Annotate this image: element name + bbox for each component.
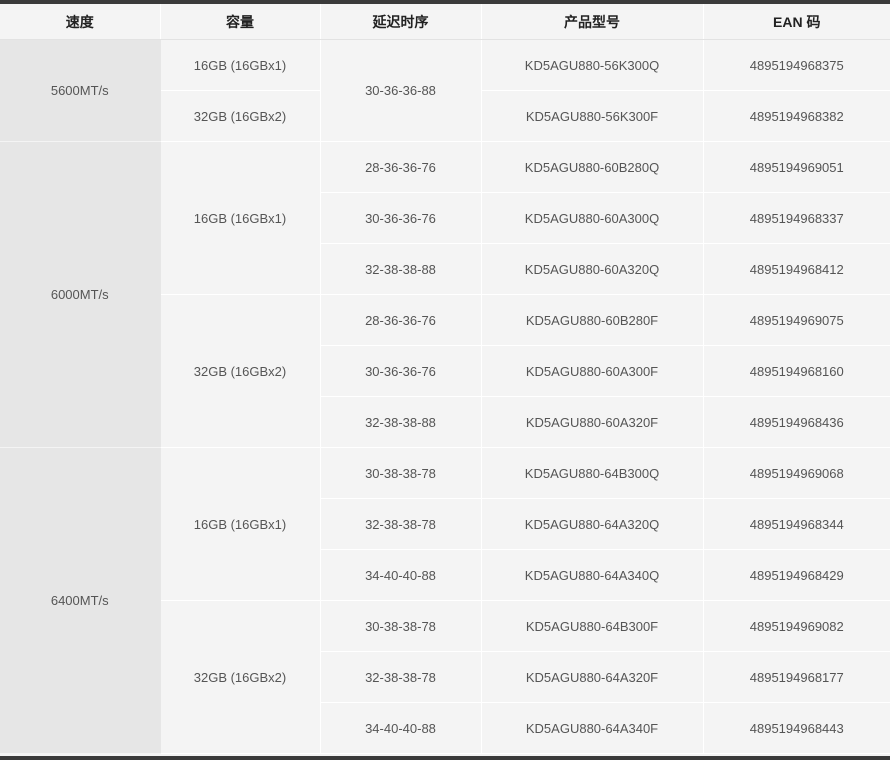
header-capacity: 容量 <box>160 4 321 40</box>
latency-cell: 30-38-38-78 <box>320 447 482 499</box>
ean-cell: 4895194968412 <box>703 243 890 295</box>
capacity-cell: 32GB (16GBx2) <box>160 600 321 754</box>
ean-cell: 4895194968337 <box>703 192 890 244</box>
ean-cell: 4895194969075 <box>703 294 890 346</box>
ean-cell: 4895194968177 <box>703 651 890 703</box>
model-cell: KD5AGU880-64B300Q <box>481 447 704 499</box>
latency-cell: 30-36-36-88 <box>320 39 482 142</box>
header-model: 产品型号 <box>481 4 704 40</box>
model-cell: KD5AGU880-60B280F <box>481 294 704 346</box>
ean-cell: 4895194968436 <box>703 396 890 448</box>
table-row: 6400MT/s 16GB (16GBx1) 30-38-38-78 KD5AG… <box>0 447 890 754</box>
model-cell: KD5AGU880-60A320F <box>481 396 704 448</box>
capacity-cell: 16GB (16GBx1) <box>160 141 321 295</box>
speed-cell: 6000MT/s <box>0 141 161 448</box>
ean-cell: 4895194968160 <box>703 345 890 397</box>
header-ean: EAN 码 <box>703 4 890 40</box>
model-cell: KD5AGU880-56K300F <box>481 90 704 142</box>
model-cell: KD5AGU880-64A320F <box>481 651 704 703</box>
header-speed: 速度 <box>0 4 161 40</box>
model-cell: KD5AGU880-56K300Q <box>481 39 704 91</box>
model-cell: KD5AGU880-64A340F <box>481 702 704 754</box>
latency-cell: 34-40-40-88 <box>320 549 482 601</box>
latency-cell: 30-36-36-76 <box>320 345 482 397</box>
latency-cell: 30-36-36-76 <box>320 192 482 244</box>
model-cell: KD5AGU880-60A300F <box>481 345 704 397</box>
spec-table-panel: 速度 容量 延迟时序 产品型号 EAN 码 5600MT/s 16GB (16G… <box>0 4 890 756</box>
latency-cell: 30-38-38-78 <box>320 600 482 652</box>
ean-cell: 4895194969051 <box>703 141 890 193</box>
model-cell: KD5AGU880-64B300F <box>481 600 704 652</box>
latency-cell: 32-38-38-78 <box>320 498 482 550</box>
memory-spec-table: 速度 容量 延迟时序 产品型号 EAN 码 5600MT/s 16GB (16G… <box>0 4 890 754</box>
capacity-cell: 16GB (16GBx1) <box>160 447 321 601</box>
capacity-cell: 16GB (16GBx1) <box>160 39 321 91</box>
table-header-row: 速度 容量 延迟时序 产品型号 EAN 码 <box>0 4 890 40</box>
speed-cell: 6400MT/s <box>0 447 161 754</box>
capacity-cell: 32GB (16GBx2) <box>160 294 321 448</box>
ean-cell: 4895194969082 <box>703 600 890 652</box>
latency-cell: 32-38-38-78 <box>320 651 482 703</box>
latency-cell: 28-36-36-76 <box>320 294 482 346</box>
ean-cell: 4895194968382 <box>703 90 890 142</box>
ean-cell: 4895194968429 <box>703 549 890 601</box>
speed-cell: 5600MT/s <box>0 39 161 142</box>
ean-cell: 4895194968375 <box>703 39 890 91</box>
ean-cell: 4895194968344 <box>703 498 890 550</box>
table-row: 5600MT/s 16GB (16GBx1) 30-36-36-88 KD5AG… <box>0 39 890 142</box>
capacity-cell: 32GB (16GBx2) <box>160 90 321 142</box>
model-cell: KD5AGU880-64A340Q <box>481 549 704 601</box>
latency-cell: 28-36-36-76 <box>320 141 482 193</box>
table-row: 6000MT/s 16GB (16GBx1) 28-36-36-76 KD5AG… <box>0 141 890 448</box>
ean-cell: 4895194969068 <box>703 447 890 499</box>
latency-cell: 34-40-40-88 <box>320 702 482 754</box>
ean-cell: 4895194968443 <box>703 702 890 754</box>
model-cell: KD5AGU880-60A320Q <box>481 243 704 295</box>
header-latency: 延迟时序 <box>320 4 482 40</box>
model-cell: KD5AGU880-60B280Q <box>481 141 704 193</box>
latency-cell: 32-38-38-88 <box>320 396 482 448</box>
model-cell: KD5AGU880-60A300Q <box>481 192 704 244</box>
model-cell: KD5AGU880-64A320Q <box>481 498 704 550</box>
latency-cell: 32-38-38-88 <box>320 243 482 295</box>
